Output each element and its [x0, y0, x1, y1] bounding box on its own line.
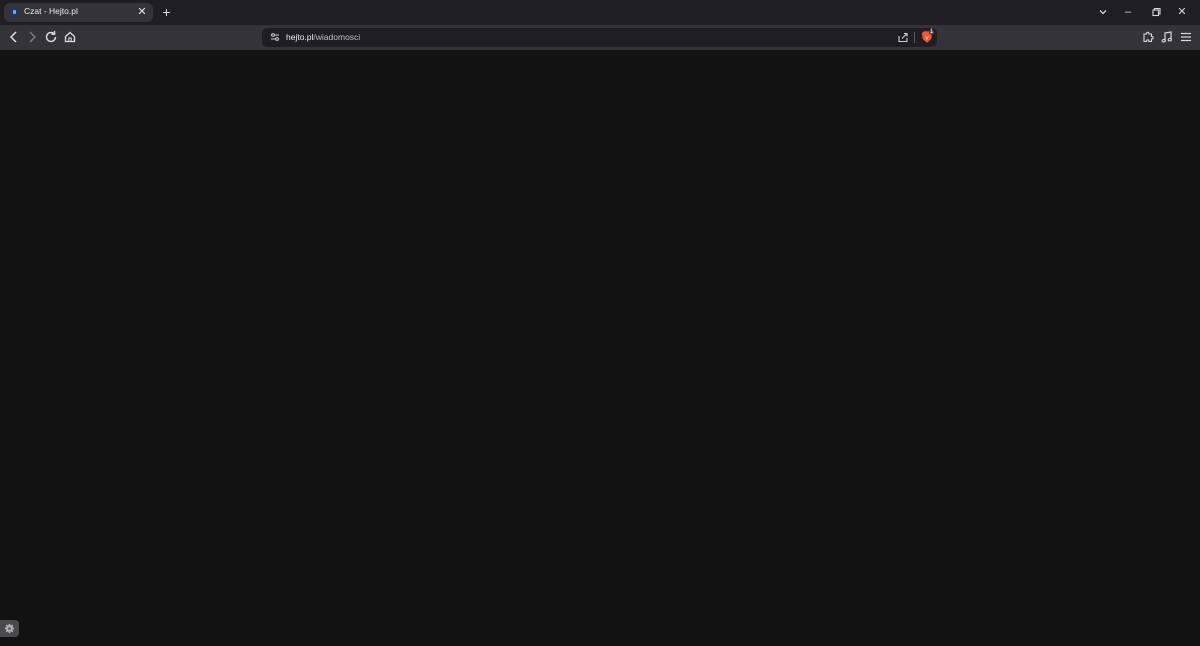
url-text[interactable]: hejto.pl/wiadomosci — [286, 32, 360, 42]
window-close-button[interactable]: ✕ — [1172, 2, 1192, 22]
brave-shields-button[interactable]: 1 — [919, 29, 935, 45]
extensions-button[interactable] — [1139, 28, 1157, 46]
tab-title: Czat - Hejto.pl — [24, 6, 78, 16]
minimize-button[interactable]: – — [1118, 2, 1138, 22]
share-icon — [898, 32, 908, 43]
reload-icon — [45, 30, 57, 43]
tab-close-icon[interactable]: ✕ — [136, 5, 148, 19]
tab-search-button[interactable] — [1093, 2, 1113, 22]
address-bar-separator — [914, 32, 915, 43]
chevron-right-icon — [29, 31, 37, 43]
url-path: /wiadomosci — [313, 32, 361, 42]
music-icon — [1161, 31, 1172, 43]
tab-strip: Czat - Hejto.pl ✕ + – ✕ — [0, 0, 1200, 25]
reload-button[interactable] — [42, 28, 60, 46]
back-button[interactable] — [5, 28, 23, 46]
chevron-down-icon — [1099, 10, 1107, 15]
shields-badge: 1 — [929, 29, 934, 35]
puzzle-icon — [1143, 31, 1154, 43]
main-menu-button[interactable] — [1177, 28, 1195, 46]
gear-icon — [4, 623, 15, 634]
tune-icon — [271, 33, 279, 41]
chevron-left-icon — [9, 31, 17, 43]
new-tab-button[interactable]: + — [160, 4, 173, 20]
settings-widget-button[interactable] — [0, 620, 19, 637]
restore-icon — [1152, 7, 1161, 17]
url-host: hejto.pl — [286, 32, 314, 42]
page-content — [0, 50, 1200, 646]
address-bar[interactable]: hejto.pl/wiadomosci 1 — [262, 28, 937, 47]
hejto-favicon-icon — [10, 8, 19, 17]
restore-button[interactable] — [1146, 2, 1166, 22]
media-button[interactable] — [1158, 28, 1176, 46]
browser-toolbar: hejto.pl/wiadomosci 1 — [0, 25, 1200, 50]
hamburger-menu-icon — [1181, 32, 1191, 42]
tab-czat-hejto[interactable]: Czat - Hejto.pl ✕ — [4, 3, 153, 22]
forward-button[interactable] — [23, 28, 41, 46]
share-button[interactable] — [896, 30, 910, 44]
home-button[interactable] — [61, 28, 79, 46]
home-icon — [64, 31, 76, 43]
site-info-icon[interactable] — [268, 30, 282, 44]
